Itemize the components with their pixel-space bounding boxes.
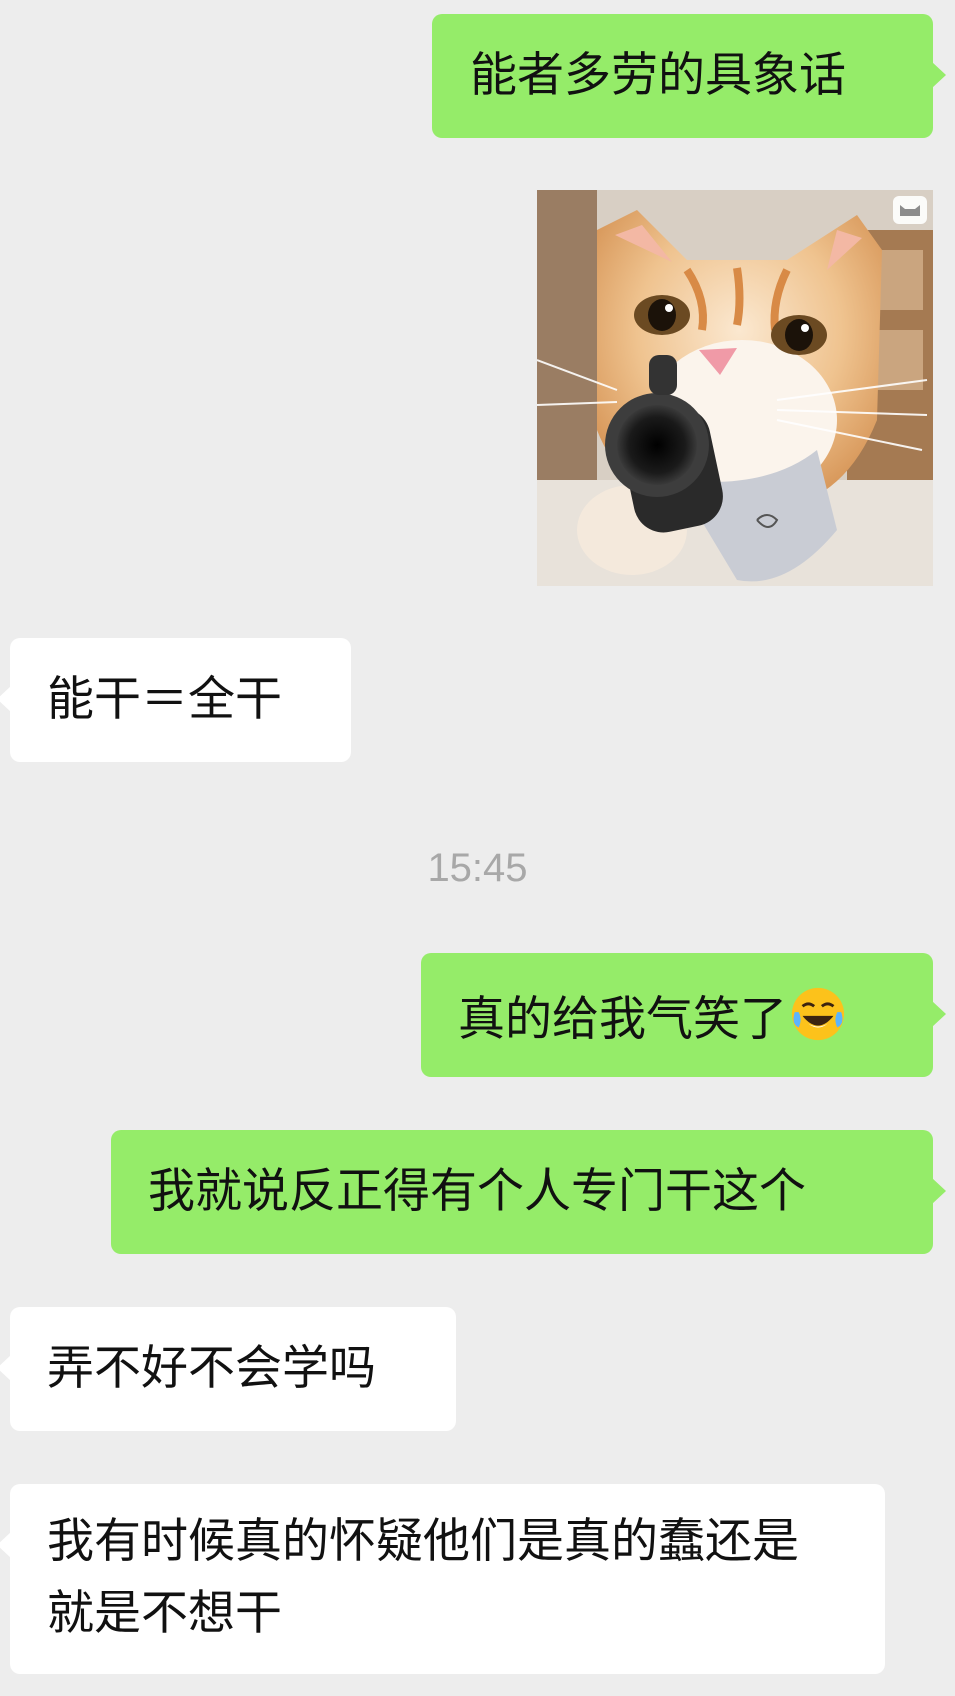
message-bubble-sent[interactable]: 能者多劳的具象话 <box>432 14 946 138</box>
face-with-tears-of-joy-icon <box>791 987 845 1041</box>
sticker-badge-icon <box>893 196 927 224</box>
message-text: 我就说反正得有个人专门干这个 <box>148 1164 806 1219</box>
sticker-cat-with-gun[interactable] <box>537 190 933 586</box>
message-bubble-received[interactable]: 能干＝全干 <box>0 638 351 762</box>
message-text: 我有时候真的怀疑他们是真的蠢还是就是不想干 <box>47 1514 799 1641</box>
message-bubble-sent[interactable]: 我就说反正得有个人专门干这个 <box>111 1130 946 1254</box>
message-text: 真的给我气笑了 <box>458 992 787 1047</box>
message-bubble-received[interactable]: 弄不好不会学吗 <box>0 1307 456 1431</box>
message-text: 能干＝全干 <box>47 672 282 727</box>
message-bubble-sent[interactable]: 真的给我气笑了 <box>421 953 946 1077</box>
chat-timestamp: 15:45 <box>427 846 528 890</box>
message-bubble-received[interactable]: 我有时候真的怀疑他们是真的蠢还是就是不想干 <box>0 1484 885 1674</box>
message-text: 弄不好不会学吗 <box>47 1341 376 1396</box>
message-text: 能者多劳的具象话 <box>470 48 846 103</box>
cat-sticker-image <box>537 190 933 586</box>
